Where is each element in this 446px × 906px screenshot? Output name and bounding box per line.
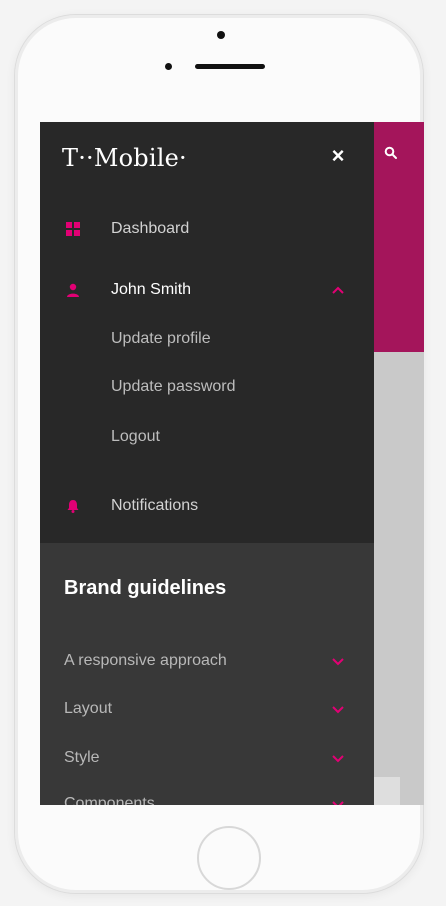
nav-drawer: T··Mobile· × Dashboard John Smith Update… [40,122,374,805]
submenu-item-logout[interactable]: Logout [40,421,374,455]
guidelines-item-layout[interactable]: Layout [40,693,374,727]
chevron-down-icon [332,801,344,805]
menu-item-label: Notifications [111,497,199,514]
chevron-down-icon [332,755,344,763]
brand-logo[interactable]: T··Mobile· [62,144,187,172]
chevron-down-icon [332,706,344,714]
stage: T··Mobile· × Dashboard John Smith Update… [0,0,446,906]
guidelines-item-style[interactable]: Style [40,742,374,776]
sensor-icon [165,63,172,70]
guidelines-item-label: A responsive approach [64,652,227,669]
content-peek [374,122,424,805]
menu-item-notifications[interactable]: Notifications [40,490,374,524]
submenu-item-update-profile[interactable]: Update profile [40,323,374,357]
menu-item-dashboard[interactable]: Dashboard [40,213,374,247]
submenu-item-update-password[interactable]: Update password [40,371,374,405]
phone-screen: T··Mobile· × Dashboard John Smith Update… [40,122,424,805]
user-icon [67,283,79,297]
menu-item-label: Dashboard [111,220,190,237]
chevron-up-icon[interactable] [330,282,346,298]
guidelines-item-label: Components [64,795,155,805]
submenu-item-label: Logout [111,428,160,445]
section-title: Brand guidelines [64,577,227,599]
submenu-item-label: Update profile [111,330,211,347]
home-button[interactable] [197,826,261,890]
bell-icon [67,500,79,513]
grid-icon [66,222,80,236]
close-button[interactable]: × [326,144,350,168]
menu-item-label: John Smith [111,281,192,298]
camera-icon [217,31,225,39]
submenu-item-label: Update password [111,378,236,395]
menu-item-account[interactable]: John Smith [40,274,374,308]
guidelines-item-label: Layout [64,700,113,717]
search-icon[interactable] [384,146,398,160]
guidelines-item-components[interactable]: Components [40,788,374,805]
content-header [374,122,424,352]
guidelines-item-responsive[interactable]: A responsive approach [40,645,374,679]
content-card [374,777,400,805]
speaker-icon [195,64,265,69]
guidelines-item-label: Style [64,749,100,766]
chevron-down-icon [332,658,344,666]
